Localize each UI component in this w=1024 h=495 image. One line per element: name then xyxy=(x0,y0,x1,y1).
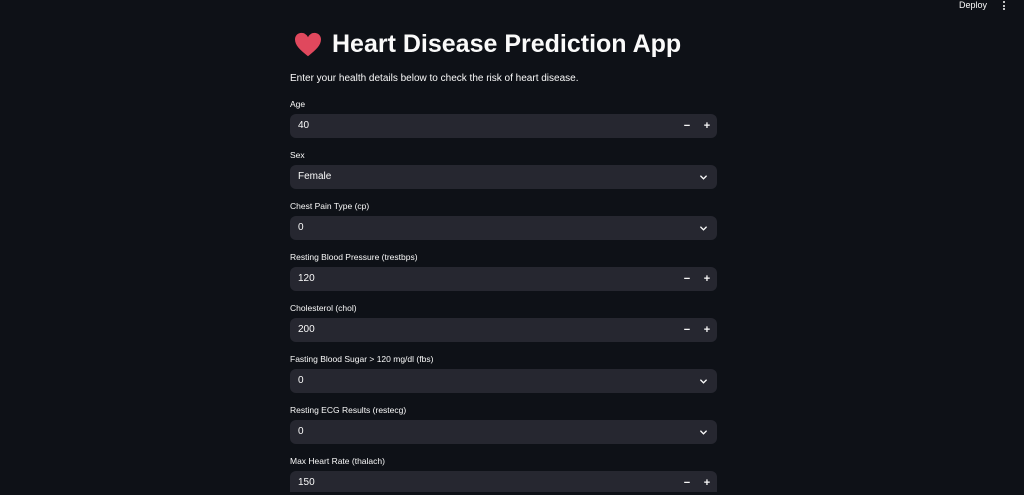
trestbps-value[interactable]: 120 xyxy=(298,273,315,284)
trestbps-decrement-button[interactable]: − xyxy=(677,267,697,291)
thalach-label: Max Heart Rate (thalach) xyxy=(290,456,385,466)
vertical-dots-icon[interactable] xyxy=(1000,0,1008,13)
chevron-down-icon[interactable] xyxy=(699,224,708,233)
sex-select[interactable]: Female xyxy=(290,165,717,189)
thalach-stepper: − + xyxy=(677,471,717,495)
trestbps-stepper: − + xyxy=(677,267,717,291)
fbs-select[interactable]: 0 xyxy=(290,369,717,393)
chol-value[interactable]: 200 xyxy=(298,324,315,335)
chol-number-input[interactable]: 200 − + xyxy=(290,318,717,342)
chevron-down-icon[interactable] xyxy=(699,428,708,437)
chol-decrement-button[interactable]: − xyxy=(677,318,697,342)
restecg-select[interactable]: 0 xyxy=(290,420,717,444)
restecg-label: Resting ECG Results (restecg) xyxy=(290,405,407,415)
age-increment-button[interactable]: + xyxy=(697,114,717,138)
sex-selected-value: Female xyxy=(298,171,332,182)
age-value[interactable]: 40 xyxy=(298,120,309,131)
chevron-down-icon[interactable] xyxy=(699,173,708,182)
restecg-selected-value: 0 xyxy=(298,426,304,437)
chol-increment-button[interactable]: + xyxy=(697,318,717,342)
cp-label: Chest Pain Type (cp) xyxy=(290,201,370,211)
cp-selected-value: 0 xyxy=(298,222,304,233)
thalach-decrement-button[interactable]: − xyxy=(677,471,697,495)
trestbps-increment-button[interactable]: + xyxy=(697,267,717,291)
thalach-number-input[interactable]: 150 − + xyxy=(290,471,717,492)
fbs-label: Fasting Blood Sugar > 120 mg/dl (fbs) xyxy=(290,354,434,364)
chol-label: Cholesterol (chol) xyxy=(290,303,357,313)
trestbps-number-input[interactable]: 120 − + xyxy=(290,267,717,291)
age-label: Age xyxy=(290,99,306,109)
cp-select[interactable]: 0 xyxy=(290,216,717,240)
chevron-down-icon[interactable] xyxy=(699,377,708,386)
age-number-input[interactable]: 40 − + xyxy=(290,114,717,138)
page-title-text: Heart Disease Prediction App xyxy=(332,30,682,58)
chol-stepper: − + xyxy=(677,318,717,342)
page-title: Heart Disease Prediction App xyxy=(294,30,681,59)
heart-icon xyxy=(295,32,321,56)
thalach-value[interactable]: 150 xyxy=(298,477,315,488)
fbs-selected-value: 0 xyxy=(298,375,304,386)
sex-label: Sex xyxy=(290,150,305,160)
page-subtitle: Enter your health details below to check… xyxy=(290,73,579,84)
age-decrement-button[interactable]: − xyxy=(677,114,697,138)
age-stepper: − + xyxy=(677,114,717,138)
thalach-increment-button[interactable]: + xyxy=(697,471,717,495)
trestbps-label: Resting Blood Pressure (trestbps) xyxy=(290,252,418,262)
top-toolbar: Deploy xyxy=(0,0,1024,12)
deploy-button[interactable]: Deploy xyxy=(959,0,987,10)
